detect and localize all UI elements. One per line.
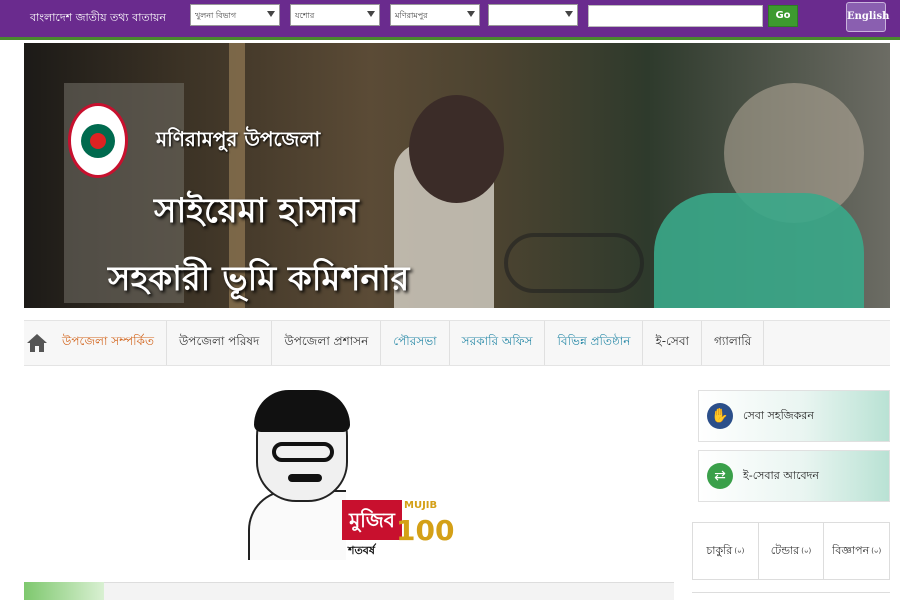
district-select[interactable]: যশোর (290, 4, 380, 26)
banner-officer (654, 193, 864, 308)
sidebar-bottom-divider (692, 592, 890, 600)
seal-map-icon (90, 132, 106, 149)
nav-item-gallery[interactable]: গ্যালারি (702, 321, 765, 365)
tab-advertisement[interactable]: বিজ্ঞাপন (০) (824, 523, 889, 579)
hand-service-icon: ✋ (707, 403, 733, 429)
home-icon (27, 334, 47, 352)
service-simplification-card[interactable]: ✋ সেবা সহজিকরন (698, 390, 890, 442)
chevron-down-icon (267, 11, 275, 17)
upazila-select-value: মণিরামপুর (395, 11, 428, 20)
mujib-centenary-text: শতবর্ষ (348, 544, 375, 557)
go-button[interactable]: Go (768, 5, 798, 27)
globe-graphic (24, 582, 104, 600)
notice-tabs: চাকুরি (০) টেন্ডার (০) বিজ্ঞাপন (০) (692, 522, 890, 580)
content-section-header (24, 582, 674, 600)
division-select[interactable]: খুলনা বিভাগ (190, 4, 280, 26)
e-service-application-label: ই-সেবার আবেদন (743, 468, 819, 482)
nav-home[interactable] (24, 321, 50, 365)
main-nav: উপজেলা সম্পর্কিত উপজেলা পরিষদ উপজেলা প্র… (24, 320, 890, 366)
upazila-select[interactable]: মণিরামপুর (390, 4, 480, 26)
e-service-application-card[interactable]: ⇄ ই-সেবার আবেদন (698, 450, 890, 502)
nav-item-institutions[interactable]: বিভিন্ন প্রতিষ্ঠান (545, 321, 644, 365)
nav-item-government-offices[interactable]: সরকারি অফিস (450, 321, 546, 365)
top-bar: বাংলাদেশ জাতীয় তথ্য বাতায়ন খুলনা বিভাগ… (0, 0, 900, 40)
division-select-value: খুলনা বিভাগ (195, 11, 237, 20)
tab-tender-count: (০) (801, 547, 812, 555)
nav-item-upazila-parishad[interactable]: উপজেলা পরিষদ (167, 321, 273, 365)
banner-upazila-name: মণিরামপুর উপজেলা (156, 127, 321, 151)
seal-emblem (81, 123, 115, 158)
service-simplification-label: সেবা সহজিকরন (743, 408, 814, 422)
tab-jobs-count: (০) (734, 547, 745, 555)
government-seal-logo (68, 103, 128, 178)
nav-item-about-upazila[interactable]: উপজেলা সম্পর্কিত (50, 321, 167, 365)
banner-motorbike (504, 233, 644, 293)
banner-officer-name: সাইয়েমা হাসান (154, 191, 359, 231)
tab-jobs-label: চাকুরি (706, 543, 733, 557)
search-input[interactable] (588, 5, 763, 27)
chevron-down-icon (367, 11, 375, 17)
district-select-value: যশোর (295, 11, 315, 20)
chevron-down-icon (565, 11, 573, 17)
mujib-100-text: 100 (396, 514, 455, 547)
english-language-button[interactable]: English (846, 2, 889, 32)
chevron-down-icon (467, 11, 475, 17)
mujib-latin-text: MUJIB (404, 500, 438, 511)
mujib-portrait-hair (254, 390, 350, 432)
portal-title[interactable]: বাংলাদেশ জাতীয় তথ্য বাতায়ন (30, 9, 166, 28)
mujib-portrait-mustache (288, 474, 322, 482)
union-select[interactable] (488, 4, 578, 26)
mujib-portrait-glasses (272, 442, 334, 462)
nav-item-upazila-administration[interactable]: উপজেলা প্রশাসন (272, 321, 382, 365)
tab-advertisement-count: (০) (871, 547, 882, 555)
banner-officer-role: সহকারী ভূমি কমিশনার (108, 259, 410, 299)
nav-item-e-service[interactable]: ই-সেবা (643, 321, 702, 365)
tab-jobs[interactable]: চাকুরি (০) (693, 523, 759, 579)
mujib-100-logo: মুজিব MUJIB 100 শতবর্ষ (248, 390, 454, 562)
phone-arrows-icon: ⇄ (707, 463, 733, 489)
nav-item-municipality[interactable]: পৌরসভা (381, 321, 450, 365)
blurred-face (409, 95, 504, 203)
mujib-badge-text: মুজিব (342, 500, 402, 540)
tab-tender[interactable]: টেন্ডার (০) (759, 523, 825, 579)
tab-advertisement-label: বিজ্ঞাপন (832, 543, 870, 557)
banner-image: মণিরামপুর উপজেলা সাইয়েমা হাসান সহকারী ভ… (24, 43, 890, 308)
tab-tender-label: টেন্ডার (770, 543, 800, 557)
